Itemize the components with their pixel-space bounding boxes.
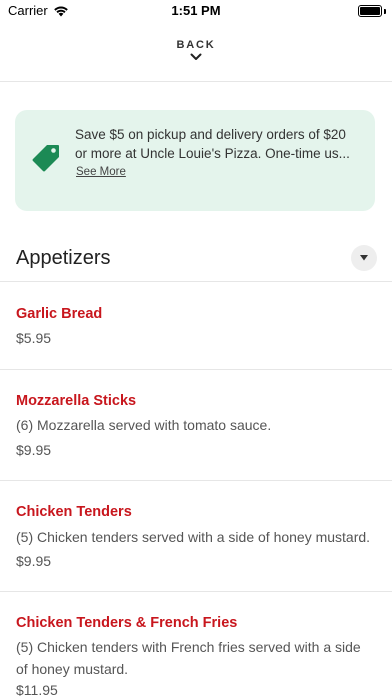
item-description: (5) Chicken tenders with French fries se… bbox=[16, 639, 361, 677]
item-description: (6) Mozzarella served with tomato sauce. bbox=[16, 417, 272, 433]
status-bar: Carrier 1:51 PM bbox=[0, 0, 392, 24]
promo-text: Save $5 on pickup and delivery orders of… bbox=[75, 127, 350, 161]
menu-item[interactable]: Chicken Tenders & French Fries (5) Chick… bbox=[0, 592, 392, 696]
item-price: $9.95 bbox=[16, 553, 52, 569]
item-price: $9.95 bbox=[16, 442, 52, 458]
back-button[interactable]: BACK bbox=[0, 24, 392, 82]
battery-icon bbox=[358, 5, 382, 17]
promo-banner: Save $5 on pickup and delivery orders of… bbox=[15, 110, 375, 211]
item-name: Chicken Tenders & French Fries bbox=[16, 615, 238, 631]
see-more-link[interactable]: See More bbox=[76, 166, 126, 178]
price-tag-icon bbox=[32, 145, 59, 172]
battery-tip bbox=[384, 9, 386, 14]
menu-item[interactable]: Mozzarella Sticks (6) Mozzarella served … bbox=[0, 370, 392, 481]
section-collapse-button[interactable] bbox=[351, 245, 377, 271]
item-description: (5) Chicken tenders served with a side o… bbox=[16, 529, 371, 545]
back-label: BACK bbox=[176, 39, 216, 51]
item-price: $11.95 bbox=[16, 682, 58, 696]
menu-item[interactable]: Chicken Tenders (5) Chicken tenders serv… bbox=[0, 481, 392, 592]
chevron-down-icon bbox=[190, 53, 202, 60]
item-name: Chicken Tenders bbox=[16, 504, 132, 520]
section-header-appetizers: Appetizers bbox=[0, 240, 392, 282]
item-name: Garlic Bread bbox=[16, 306, 103, 322]
caret-down-icon bbox=[360, 255, 368, 261]
status-time: 1:51 PM bbox=[171, 3, 221, 18]
item-price: $5.95 bbox=[16, 330, 52, 346]
item-name: Mozzarella Sticks bbox=[16, 393, 137, 409]
menu-item[interactable]: Garlic Bread $5.95 bbox=[0, 283, 392, 370]
section-title: Appetizers bbox=[16, 247, 111, 269]
